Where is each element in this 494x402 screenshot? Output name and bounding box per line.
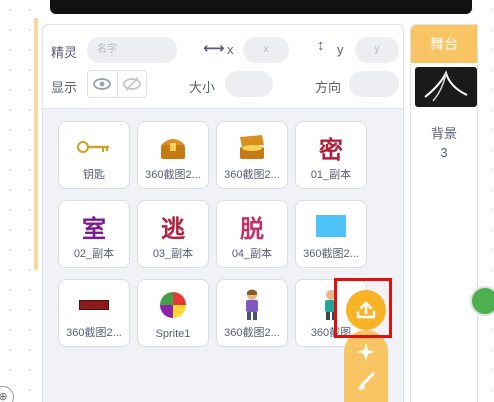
y-label: y: [337, 42, 344, 57]
y-input[interactable]: y: [355, 37, 399, 63]
size-label: 大小: [189, 80, 216, 95]
treasure-chest-icon: [138, 128, 208, 166]
sprite-tile[interactable]: 钥匙: [58, 121, 130, 189]
x-label: x: [227, 42, 234, 57]
hanzi-shi-icon: 室: [82, 213, 106, 243]
sprite-tile[interactable]: 脱 04_副本: [216, 200, 288, 268]
size-input[interactable]: [225, 71, 273, 97]
direction-input[interactable]: [349, 71, 399, 97]
blue-rectangle-icon: [296, 207, 366, 245]
sprite-name: 360截图2...: [224, 169, 280, 181]
hide-eye-icon[interactable]: [116, 71, 147, 97]
character-figure-icon: [217, 286, 287, 324]
sprite-name: 钥匙: [83, 169, 105, 181]
sprite-tile[interactable]: 密 01_副本: [295, 121, 367, 189]
x-input[interactable]: x: [243, 37, 289, 63]
sprite-name: 360截图2...: [224, 327, 280, 339]
direction-label: 方向: [315, 80, 342, 95]
show-label: 显示: [51, 80, 78, 95]
sprite-label: 精灵: [51, 45, 78, 60]
sprite-info-bar: 精灵 名字 ⟷ x x ↕ y y 显示 大小 方向: [43, 25, 403, 109]
sprite-tile[interactable]: 室 02_副本: [58, 200, 130, 268]
stage-thumbnail[interactable]: [415, 67, 477, 107]
sprite-name: 02_副本: [73, 248, 115, 260]
stage-preview-strip: [50, 0, 472, 14]
highlight-box: [334, 278, 392, 338]
hanzi-mi-icon: 密: [319, 134, 343, 164]
vertical-arrows-icon: ↕: [317, 37, 325, 54]
sprite-tile[interactable]: 360截图2...: [295, 200, 367, 268]
paint-brush-icon[interactable]: [354, 370, 378, 394]
sprite-name: 01_副本: [310, 169, 352, 181]
sprite-tile[interactable]: 360截图2...: [58, 279, 130, 347]
green-flag-button[interactable]: [470, 286, 494, 316]
show-eye-icon[interactable]: [88, 71, 117, 97]
sprite-tile[interactable]: 360截图2...: [137, 121, 209, 189]
sprite-name: 360截图2...: [303, 248, 359, 260]
scroll-accent-bar: [34, 18, 38, 270]
stage-pane[interactable]: 舞台 背景 3: [410, 24, 478, 402]
sprite-name-input[interactable]: 名字: [87, 37, 177, 63]
sprite-tile[interactable]: 360截图2...: [216, 121, 288, 189]
open-treasure-chest-icon: [217, 128, 287, 166]
sprite-name: 03_副本: [152, 248, 194, 260]
sign-plate-icon: [59, 286, 129, 324]
horizontal-arrows-icon: ⟷: [203, 40, 225, 57]
backdrop-label: 背景: [430, 126, 457, 141]
visibility-toggle: [87, 70, 147, 98]
key-icon: [59, 128, 129, 166]
color-wheel-icon: [138, 286, 208, 324]
sprite-name: 04_副本: [231, 248, 273, 260]
sprite-tile[interactable]: 逃 03_副本: [137, 200, 209, 268]
sprite-name: Sprite1: [155, 328, 191, 340]
sprite-tile[interactable]: 360截图2...: [216, 279, 288, 347]
sprite-name: 360截图2...: [145, 169, 201, 181]
sprite-tile[interactable]: Sprite1: [137, 279, 209, 347]
backdrop-count: 3: [440, 145, 448, 160]
hanzi-tuo-icon: 脱: [240, 213, 264, 243]
sprite-name: 360截图2...: [66, 327, 122, 339]
surprise-sparkle-icon[interactable]: [354, 340, 378, 364]
hanzi-tao-icon: 逃: [161, 213, 185, 243]
stage-tab[interactable]: 舞台: [411, 25, 477, 63]
